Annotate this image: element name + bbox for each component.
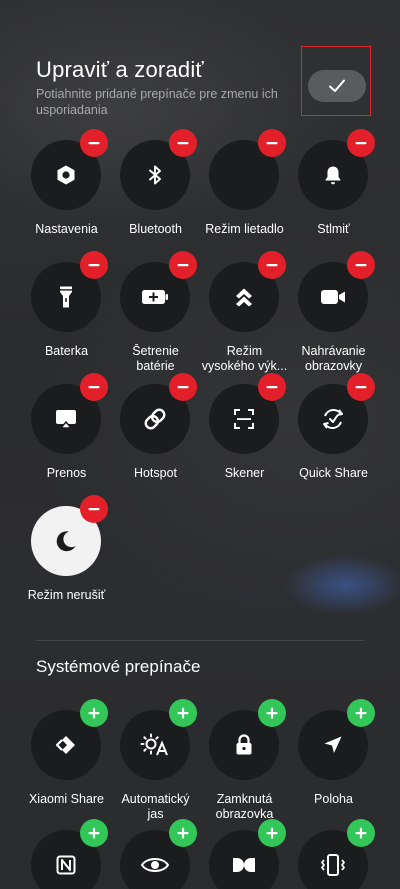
eye-icon (140, 858, 170, 872)
page-subtitle: Potiahnite pridané prepínače pre zmenu i… (36, 87, 278, 117)
tile-label: Režim vysokého výk... (201, 344, 288, 373)
minus-icon (88, 386, 100, 389)
scanner-icon (234, 409, 254, 429)
remove-badge[interactable] (347, 251, 375, 279)
add-badge[interactable] (169, 699, 197, 727)
airplane-icon (230, 161, 258, 189)
add-badge[interactable] (258, 819, 286, 847)
remove-badge[interactable] (80, 373, 108, 401)
minus-icon (266, 386, 278, 389)
remove-badge[interactable] (347, 373, 375, 401)
remove-badge[interactable] (169, 373, 197, 401)
tile-label: Poloha (314, 792, 353, 806)
tile-label: Nahrávanie obrazovky (301, 344, 366, 373)
plus-icon (355, 827, 367, 839)
plus-icon (266, 827, 278, 839)
header: Upraviť a zoradiť Potiahnite pridané pre… (36, 56, 306, 118)
tile-label: Režim nerušiť (27, 588, 106, 602)
tile-label: Baterka (44, 344, 89, 358)
section-title: Systémové prepínače (36, 657, 201, 676)
plus-icon (177, 827, 189, 839)
dolby-icon (233, 858, 255, 872)
link-icon (144, 408, 166, 430)
tile-label: Xiaomi Share (28, 792, 105, 806)
section-divider (36, 640, 364, 641)
add-badge[interactable] (169, 819, 197, 847)
bell-icon (325, 166, 341, 185)
remove-badge[interactable] (80, 495, 108, 523)
plus-icon (88, 707, 100, 719)
flashlight-icon (60, 286, 72, 308)
auto-brightness-icon (140, 733, 168, 756)
tile-label: Stlmiť (317, 222, 350, 236)
cast-icon (56, 410, 76, 429)
xiaomi-share-icon (55, 736, 75, 754)
minus-icon (177, 264, 189, 267)
tile-label: Režim lietadlo (205, 222, 284, 236)
remove-badge[interactable] (169, 251, 197, 279)
hexagon-settings-icon (57, 165, 75, 185)
minus-icon (177, 142, 189, 145)
page-title: Upraviť a zoradiť (36, 57, 204, 82)
add-badge[interactable] (347, 819, 375, 847)
remove-badge[interactable] (80, 129, 108, 157)
plus-icon (177, 707, 189, 719)
tile-label: Prenos (46, 466, 87, 480)
remove-badge[interactable] (258, 373, 286, 401)
double-chevron-up-icon (236, 288, 252, 307)
moon-icon (56, 531, 76, 552)
tile-label: Skener (224, 466, 265, 480)
minus-icon (88, 264, 100, 267)
add-badge[interactable] (80, 819, 108, 847)
minus-icon (355, 264, 367, 267)
vibrate-icon (321, 854, 345, 876)
check-icon (329, 79, 345, 92)
minus-icon (177, 386, 189, 389)
done-button[interactable] (308, 70, 366, 102)
done-highlight-box (301, 46, 371, 116)
bluetooth-icon (149, 165, 161, 185)
remove-badge[interactable] (258, 129, 286, 157)
tile-label: Automatický jas (121, 792, 190, 821)
tile-label: Hotspot (133, 466, 178, 480)
add-badge[interactable] (347, 699, 375, 727)
tile-label: Zamknutá obrazovka (215, 792, 274, 821)
tile-label: Nastavenia (35, 222, 98, 236)
tile-label: Šetrenie batérie (132, 344, 179, 373)
tile-label: Bluetooth (129, 222, 182, 236)
minus-icon (88, 142, 100, 145)
minus-icon (355, 386, 367, 389)
minus-icon (88, 508, 100, 511)
add-badge[interactable] (258, 699, 286, 727)
minus-icon (266, 264, 278, 267)
minus-icon (266, 142, 278, 145)
remove-badge[interactable] (80, 251, 108, 279)
plus-icon (88, 827, 100, 839)
remove-badge[interactable] (169, 129, 197, 157)
plus-icon (355, 707, 367, 719)
lock-icon (236, 734, 252, 755)
battery-saver-icon (142, 290, 168, 304)
location-arrow-icon (324, 736, 342, 753)
remove-badge[interactable] (347, 129, 375, 157)
remove-badge[interactable] (258, 251, 286, 279)
nfc-icon (56, 855, 76, 875)
video-camera-icon (321, 290, 345, 304)
add-badge[interactable] (80, 699, 108, 727)
minus-icon (355, 142, 367, 145)
tile-label: Quick Share (299, 466, 368, 480)
edit-quick-settings-screen: Upraviť a zoradiť Potiahnite pridané pre… (0, 0, 400, 889)
plus-icon (266, 707, 278, 719)
quick-share-icon (323, 409, 343, 429)
